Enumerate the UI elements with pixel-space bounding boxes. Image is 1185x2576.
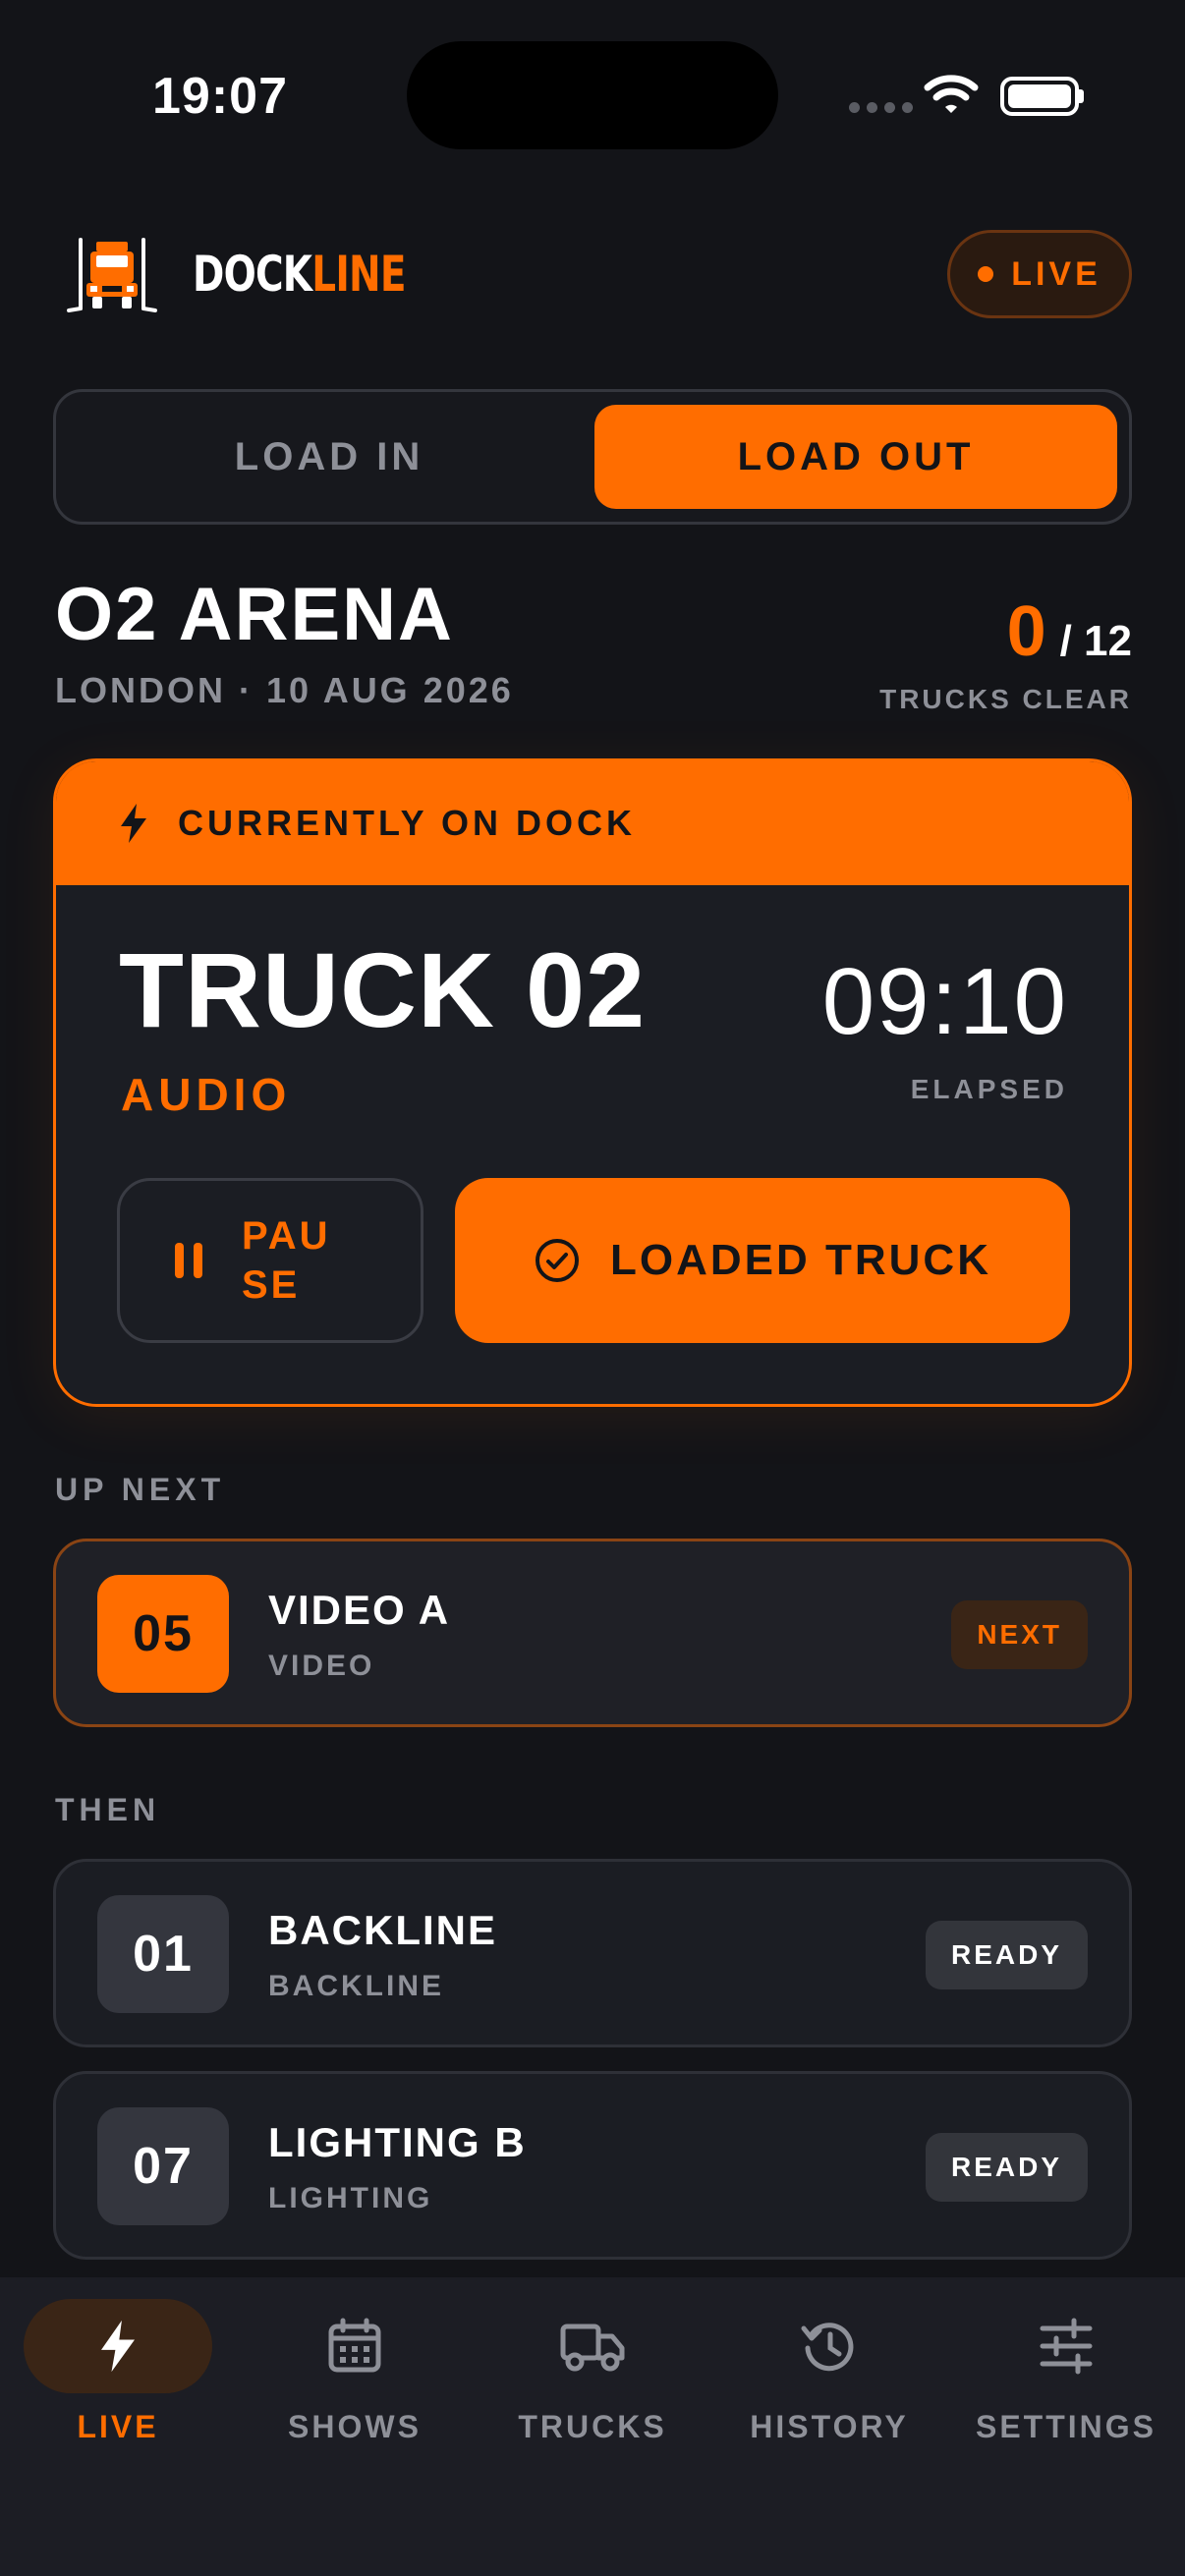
bolt-icon bbox=[24, 2299, 212, 2393]
truck-logo-icon bbox=[67, 238, 157, 312]
check-circle-icon bbox=[536, 1239, 579, 1282]
battery-icon bbox=[1000, 77, 1079, 116]
queue-item[interactable]: 01 BACKLINE BACKLINE READY bbox=[53, 1859, 1132, 2047]
pause-label: PAUSE bbox=[242, 1214, 331, 1307]
bolt-icon bbox=[121, 804, 146, 843]
status-time: 19:07 bbox=[152, 68, 288, 125]
tab-live[interactable]: LIVE bbox=[5, 2299, 231, 2476]
current-dock-card: CURRENTLY ON DOCK TRUCK 02 AUDIO 09:10 E… bbox=[53, 758, 1132, 1407]
up-next-item[interactable]: 05 VIDEO A VIDEO NEXT bbox=[53, 1539, 1132, 1727]
loaded-truck-button[interactable]: LOADED TRUCK bbox=[455, 1178, 1070, 1343]
pause-button[interactable]: PAUSE bbox=[117, 1178, 423, 1343]
trucks-total: / 12 bbox=[1059, 617, 1132, 665]
queue-title: LIGHTING B bbox=[268, 2119, 527, 2165]
queue-number: 01 bbox=[97, 1895, 229, 2013]
tab-trucks[interactable]: TRUCKS bbox=[480, 2299, 705, 2476]
queue-subtitle: LIGHTING bbox=[268, 2182, 433, 2214]
venue-title: O2 ARENA bbox=[55, 573, 454, 656]
tab-load-in[interactable]: LOAD IN bbox=[68, 405, 591, 509]
dock-header-label: CURRENTLY ON DOCK bbox=[178, 803, 637, 843]
tab-label: SHOWS bbox=[288, 2409, 422, 2444]
load-mode-toggle: LOAD IN LOAD OUT bbox=[53, 389, 1132, 525]
brand-part-2: LINE bbox=[311, 246, 406, 303]
current-truck-department: AUDIO bbox=[121, 1069, 292, 1120]
elapsed-timer: 09:10 bbox=[821, 949, 1068, 1054]
queue-item[interactable]: 07 LIGHTING B LIGHTING READY bbox=[53, 2071, 1132, 2260]
queue-subtitle: VIDEO bbox=[268, 1650, 375, 1682]
pause-icon bbox=[175, 1243, 202, 1278]
live-status-pill[interactable]: LIVE bbox=[947, 230, 1132, 318]
next-badge: NEXT bbox=[951, 1600, 1088, 1669]
sliders-icon bbox=[972, 2299, 1160, 2393]
tab-settings[interactable]: SETTINGS bbox=[953, 2299, 1179, 2476]
up-next-label: UP NEXT bbox=[55, 1472, 226, 1507]
loaded-truck-label: LOADED TRUCK bbox=[610, 1236, 991, 1284]
tab-load-out[interactable]: LOAD OUT bbox=[594, 405, 1117, 509]
wifi-icon bbox=[924, 75, 979, 113]
bottom-tab-bar: LIVE SHOWS TRUCKS HISTORY SETTINGS bbox=[0, 2277, 1185, 2576]
elapsed-label: ELAPSED bbox=[910, 1074, 1068, 1104]
tab-label: TRUCKS bbox=[518, 2409, 667, 2444]
history-icon bbox=[735, 2299, 924, 2393]
dock-card-header: CURRENTLY ON DOCK bbox=[56, 761, 1129, 885]
dynamic-island bbox=[407, 41, 778, 149]
queue-number: 07 bbox=[97, 2107, 229, 2225]
trucks-clear-count: 0 / 12 bbox=[1007, 591, 1132, 672]
tab-label: SETTINGS bbox=[975, 2409, 1157, 2444]
trucks-clear-number: 0 bbox=[1006, 592, 1046, 671]
queue-number: 05 bbox=[97, 1575, 229, 1693]
queue-title: VIDEO A bbox=[268, 1587, 451, 1633]
tab-shows[interactable]: SHOWS bbox=[242, 2299, 468, 2476]
ready-badge: READY bbox=[925, 2133, 1088, 2202]
queue-subtitle: BACKLINE bbox=[268, 1970, 444, 2002]
tab-label: HISTORY bbox=[750, 2409, 909, 2444]
trucks-clear-label: TRUCKS CLEAR bbox=[879, 684, 1132, 714]
then-label: THEN bbox=[55, 1792, 161, 1827]
battery-tip bbox=[1079, 89, 1084, 103]
ready-badge: READY bbox=[925, 1921, 1088, 1989]
calendar-icon bbox=[260, 2299, 449, 2393]
venue-subtitle: LONDON · 10 AUG 2026 bbox=[55, 670, 514, 710]
current-truck-title: TRUCK 02 bbox=[119, 930, 647, 1049]
live-label: LIVE bbox=[1011, 254, 1101, 293]
live-dot-icon bbox=[978, 266, 994, 282]
brand-wordmark: DOCKLINE bbox=[193, 246, 407, 303]
truck-icon bbox=[498, 2299, 687, 2393]
brand-part-1: DOCK bbox=[193, 246, 312, 303]
cellular-signal-icon bbox=[849, 102, 913, 113]
tab-history[interactable]: HISTORY bbox=[716, 2299, 942, 2476]
tab-label: LIVE bbox=[77, 2409, 159, 2444]
queue-title: BACKLINE bbox=[268, 1907, 497, 1953]
